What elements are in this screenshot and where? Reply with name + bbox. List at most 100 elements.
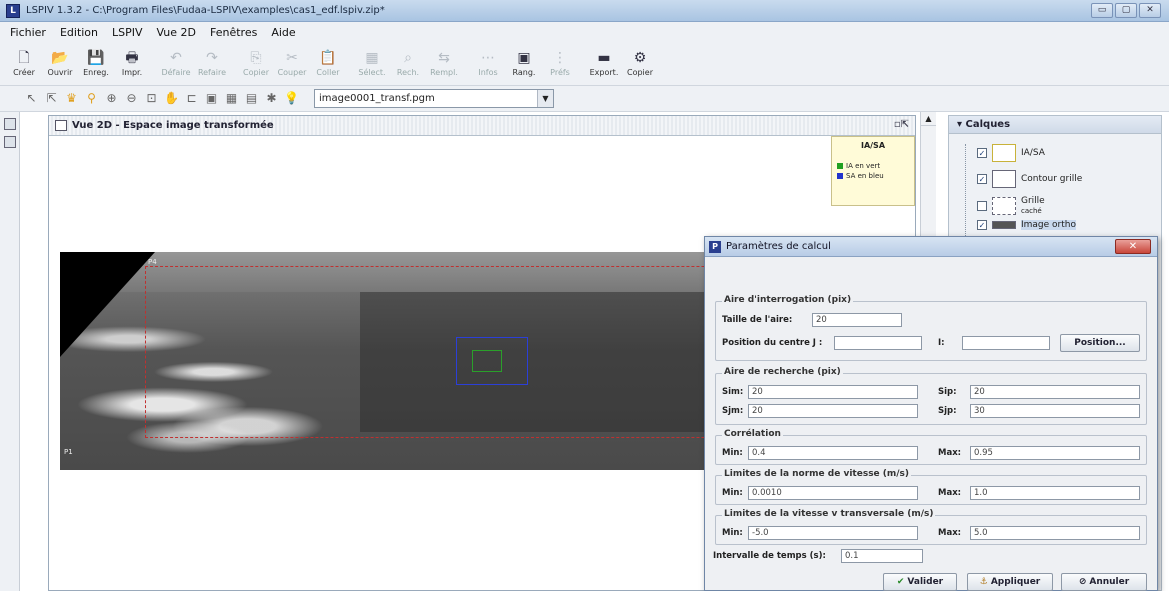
dock-icon[interactable] [3, 118, 16, 130]
new-file-icon: 🗋 [18, 50, 30, 66]
menu-lspiv[interactable]: LSPIV [112, 26, 143, 39]
tool-ranger[interactable]: ▣ Rang. [506, 42, 542, 85]
replace-icon: ⇆ [438, 50, 450, 66]
scroll-up-icon[interactable]: ▲ [921, 112, 936, 126]
sjp-input[interactable]: 30 [970, 404, 1140, 418]
position-i-input[interactable] [962, 336, 1050, 350]
lightbulb-icon[interactable]: 💡 [284, 91, 299, 106]
layer-checkbox[interactable]: ✓ [977, 220, 987, 230]
norme-min-input[interactable]: 0.0010 [748, 486, 918, 500]
tools-icon[interactable]: ✱ [264, 91, 279, 106]
menu-edition[interactable]: Edition [60, 26, 98, 39]
layer-item-contour[interactable]: ✓ Contour grille [977, 170, 1082, 188]
group-norme-vitesse: Limites de la norme de vitesse (m/s) Min… [715, 469, 1147, 505]
dock-icon[interactable] [3, 136, 16, 148]
chevron-down-icon[interactable]: ▼ [537, 90, 553, 107]
frame-icon[interactable]: ▣ [204, 91, 219, 106]
valider-button[interactable]: ✔ Valider [883, 573, 957, 591]
crown-icon[interactable]: ♛ [64, 91, 79, 106]
sip-input[interactable]: 20 [970, 385, 1140, 399]
sim-input[interactable]: 20 [748, 385, 918, 399]
vtrans-max-input[interactable]: 5.0 [970, 526, 1140, 540]
zoom-in-icon[interactable]: ⊕ [104, 91, 119, 106]
redo-icon: ↷ [206, 50, 218, 66]
zoom-icon[interactable]: ⚲ [84, 91, 99, 106]
frame-icon [55, 120, 67, 131]
layer-item-grille[interactable]: Grille caché [977, 196, 1045, 216]
position-button[interactable]: Position... [1060, 334, 1140, 352]
dialog-titlebar[interactable]: P Paramètres de calcul ✕ [705, 237, 1157, 257]
vtrans-min-input[interactable]: -5.0 [748, 526, 918, 540]
taille-aire-input[interactable]: 20 [812, 313, 902, 327]
legend-item: SA en bleu [837, 172, 909, 180]
zoom-out-icon[interactable]: ⊖ [124, 91, 139, 106]
ruler-icon[interactable]: ⊏ [184, 91, 199, 106]
tool-copier[interactable]: ⎘ Copier [238, 42, 274, 85]
intervalle-input[interactable]: 0.1 [841, 549, 923, 563]
legend-swatch-blue [837, 173, 843, 179]
sjm-input[interactable]: 20 [748, 404, 918, 418]
tool-creer[interactable]: 🗋 Créer [6, 42, 42, 85]
maximize-button[interactable]: ▢ [1115, 3, 1137, 18]
legend-title: IA/SA [860, 141, 886, 150]
vue2d-titlebar[interactable]: Vue 2D - Espace image transformée ▫⇱ [49, 116, 915, 136]
layer-item-iasa[interactable]: ✓ IA/SA [977, 144, 1045, 162]
minimize-button[interactable]: ▭ [1091, 3, 1113, 18]
tool-selectionner[interactable]: ▦ Sélect. [354, 42, 390, 85]
menu-fenetres[interactable]: Fenêtres [210, 26, 257, 39]
zoom-fit-icon[interactable]: ⊡ [144, 91, 159, 106]
annuler-button[interactable]: ⊘ Annuler [1061, 573, 1147, 591]
tool-coller[interactable]: 📋 Coller [310, 42, 346, 85]
cut-icon: ✂ [286, 50, 298, 66]
tool-refaire[interactable]: ↷ Refaire [194, 42, 230, 85]
image-select[interactable]: image0001_transf.pgm ▼ [314, 89, 554, 108]
menu-fichier[interactable]: Fichier [10, 26, 46, 39]
menu-aide[interactable]: Aide [271, 26, 295, 39]
correlation-max-input[interactable]: 0.95 [970, 446, 1140, 460]
position-j-input[interactable] [834, 336, 922, 350]
tool-imprimer[interactable]: 🖶 Impr. [114, 42, 150, 85]
layer-checkbox[interactable]: ✓ [977, 148, 987, 158]
app-icon: L [6, 3, 20, 18]
panel-collapse-icon[interactable]: ▾ [957, 119, 966, 130]
appliquer-button[interactable]: ⚓ Appliquer [967, 573, 1053, 591]
layer-item-image-ortho[interactable]: ✓ Image ortho [977, 220, 1076, 230]
menu-vue2d[interactable]: Vue 2D [157, 26, 196, 39]
group-correlation: Corrélation Min: 0.4 Max: 0.95 [715, 429, 1147, 465]
info-icon: ⋯ [481, 50, 495, 66]
window-title: LSPIV 1.3.2 - C:\Program Files\Fudaa-LSP… [26, 5, 385, 16]
interrogation-area-box[interactable] [472, 350, 502, 372]
tool-ouvrir[interactable]: 📂 Ouvrir [42, 42, 78, 85]
tool-copier-image[interactable]: ⚙ Copier [622, 42, 658, 85]
tool-rechercher[interactable]: ⌕ Rech. [390, 42, 426, 85]
tool-defaire[interactable]: ↶ Défaire [158, 42, 194, 85]
tool-preferences[interactable]: ⋮ Préfs [542, 42, 578, 85]
table-icon[interactable]: ▤ [244, 91, 259, 106]
image-select-value: image0001_transf.pgm [319, 93, 435, 104]
select-arrow-icon[interactable]: ↖ [24, 91, 39, 106]
window-titlebar[interactable]: L LSPIV 1.3.2 - C:\Program Files\Fudaa-L… [0, 0, 1169, 22]
norme-max-input[interactable]: 1.0 [970, 486, 1140, 500]
pan-hand-icon[interactable]: ✋ [164, 91, 179, 106]
tool-couper[interactable]: ✂ Couper [274, 42, 310, 85]
frame-maximize-icon[interactable]: ▫⇱ [894, 119, 909, 130]
layer-checkbox[interactable]: ✓ [977, 174, 987, 184]
save-icon: 💾 [87, 50, 105, 66]
tool-enregistrer[interactable]: 💾 Enreg. [78, 42, 114, 85]
select-multi-icon[interactable]: ⇱ [44, 91, 59, 106]
grid-icon[interactable]: ▦ [224, 91, 239, 106]
dialog-close-button[interactable]: ✕ [1115, 239, 1151, 254]
group-vitesse-transversale: Limites de la vitesse v transversale (m/… [715, 509, 1147, 545]
copy-image-icon: ⚙ [633, 50, 647, 66]
tool-exporter[interactable]: ▬ Export. [586, 42, 622, 85]
corner-label-p1: P1 [64, 448, 73, 456]
corner-label-p4: P4 [148, 258, 157, 266]
check-icon: ✔ [896, 577, 905, 587]
close-button[interactable]: ✕ [1139, 3, 1161, 18]
correlation-min-input[interactable]: 0.4 [748, 446, 918, 460]
layer-checkbox[interactable] [977, 201, 987, 211]
tool-remplacer[interactable]: ⇆ Rempl. [426, 42, 462, 85]
main-toolbar: 🗋 Créer 📂 Ouvrir 💾 Enreg. 🖶 Impr. ↶ Défaire ↷… [0, 42, 1169, 86]
calques-header[interactable]: ▾ Calques [949, 116, 1161, 134]
tool-infos[interactable]: ⋯ Infos [470, 42, 506, 85]
